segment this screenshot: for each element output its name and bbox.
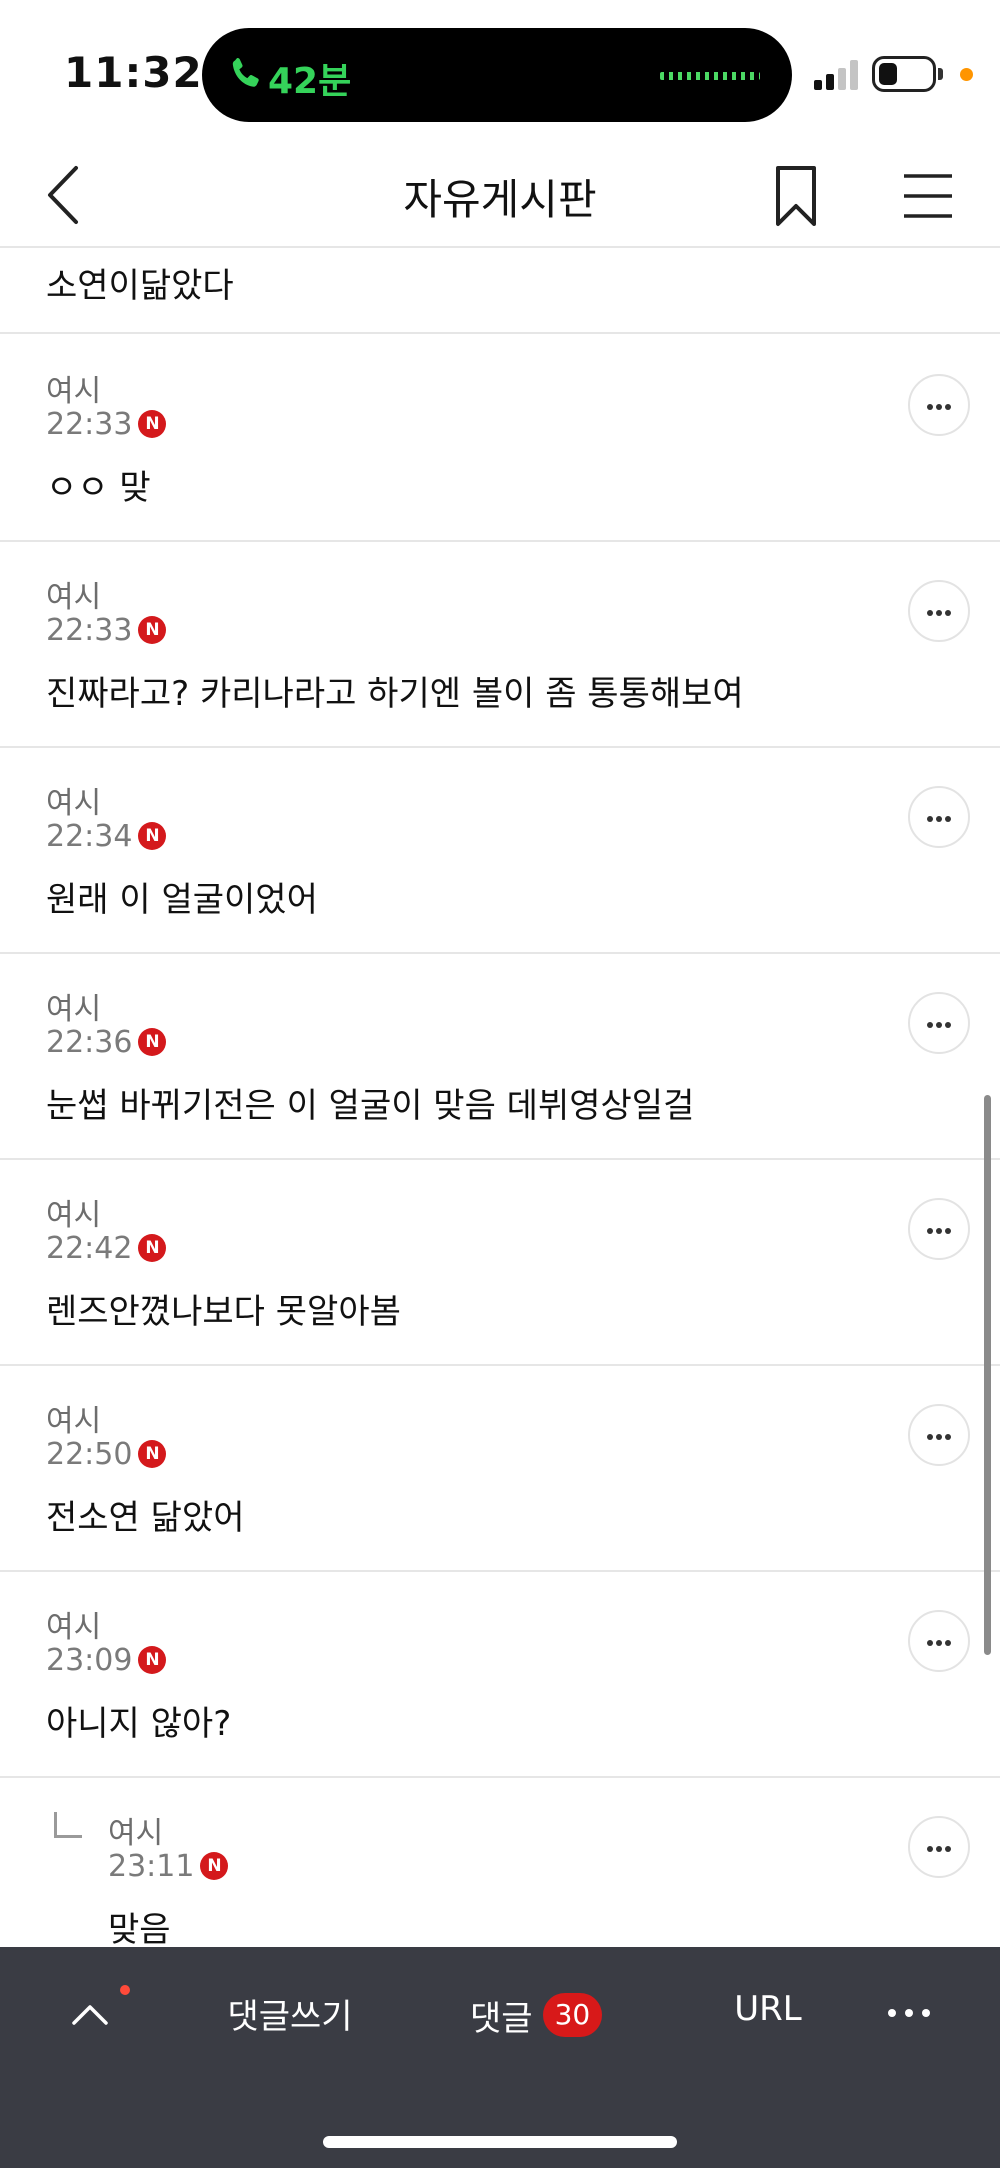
write-comment-button[interactable]: 댓글쓰기 (200, 1989, 380, 2039)
comment-time: 23:09 (46, 1642, 133, 1678)
bottom-toolbar: 댓글쓰기 댓글 30 URL (0, 1947, 1000, 2168)
comment-body: 아니지 않아? (46, 1704, 232, 1744)
comment-author: 여시 (46, 580, 102, 615)
comment-body: 진짜라고? 카리나라고 하기엔 볼이 좀 통통해보여 (46, 674, 744, 714)
comment-more-button[interactable] (908, 992, 970, 1054)
new-badge: N (138, 1646, 167, 1674)
comment-time: 22:36 (46, 1024, 133, 1060)
new-badge: N (138, 410, 167, 438)
comment-time: 23:11 (108, 1848, 195, 1884)
bookmark-icon[interactable] (772, 164, 820, 228)
comment-body: 전소연 닮았어 (46, 1498, 245, 1538)
battery-cap (938, 68, 943, 80)
cellular-signal-icon (814, 60, 860, 90)
comment-more-button[interactable] (908, 580, 970, 642)
dynamic-island-call[interactable]: 42분 (202, 28, 792, 122)
list-item: 여시 22:36 N 눈썹 바뀌기전은 이 얼굴이 맞음 데뷔영상일걸 (0, 954, 1000, 1160)
comment-body: 원래 이 얼굴이었어 (46, 880, 318, 920)
comment-author: 여시 (108, 1816, 164, 1851)
new-badge: N (200, 1852, 229, 1880)
comment-more-button[interactable] (908, 786, 970, 848)
url-button[interactable]: URL (728, 1989, 808, 2039)
new-badge: N (138, 1234, 167, 1262)
page-title: 자유게시판 (403, 175, 597, 224)
reply-arrow-icon (54, 1812, 82, 1838)
comment-body: 렌즈안꼈나보다 못알아봄 (46, 1292, 401, 1332)
comment-list[interactable]: 소연이닮았다 여시 22:33 N ㅇㅇ 맞 여시 22:33 N 진짜라고? 카리… (0, 250, 1000, 1947)
comment-author: 여시 (46, 1610, 102, 1645)
notification-dot (120, 1985, 130, 1995)
status-bar: 11:32 42분 (0, 0, 1000, 140)
hamburger-menu-icon[interactable] (902, 170, 954, 222)
comment-author: 여시 (46, 786, 102, 821)
comment-body: 눈썹 바뀌기전은 이 얼굴이 맞음 데뷔영상일걸 (46, 1086, 695, 1126)
comment-author: 여시 (46, 1198, 102, 1233)
reply-item: 여시 23:11 N 맞음 (0, 1778, 1000, 1947)
comment-time: 22:33 (46, 406, 133, 442)
audio-wave-icon (660, 72, 760, 80)
list-item: 소연이닮았다 (0, 250, 1000, 334)
status-time: 11:32 (64, 48, 203, 97)
comment-author: 여시 (46, 992, 102, 1027)
home-indicator[interactable] (323, 2136, 677, 2148)
privacy-indicator-dot (960, 68, 973, 81)
comment-author: 여시 (46, 374, 102, 409)
comment-body: ㅇㅇ 맞 (46, 468, 151, 508)
comment-time: 22:33 (46, 612, 133, 648)
phone-call-icon (232, 57, 259, 87)
scrollbar[interactable] (984, 1095, 991, 1655)
list-item: 여시 22:34 N 원래 이 얼굴이었어 (0, 748, 1000, 954)
comment-time: 22:50 (46, 1436, 133, 1472)
list-item: 여시 22:33 N ㅇㅇ 맞 (0, 336, 1000, 542)
scroll-to-top-icon[interactable] (62, 1987, 118, 2043)
list-item: 여시 22:42 N 렌즈안꼈나보다 못알아봄 (0, 1160, 1000, 1366)
battery-icon (872, 56, 936, 92)
comment-count-badge: 30 (542, 1993, 603, 2037)
comment-more-button[interactable] (908, 1404, 970, 1466)
comments-label: 댓글 (470, 1998, 533, 2039)
comment-time: 22:34 (46, 818, 133, 854)
comment-more-button[interactable] (908, 1816, 970, 1878)
comment-more-button[interactable] (908, 1610, 970, 1672)
more-options-icon[interactable] (884, 1993, 934, 2033)
comment-body: 소연이닮았다 (46, 266, 234, 306)
new-badge: N (138, 822, 167, 850)
comment-more-button[interactable] (908, 374, 970, 436)
comment-author: 여시 (46, 1404, 102, 1439)
comment-time: 22:42 (46, 1230, 133, 1266)
new-badge: N (138, 1028, 167, 1056)
new-badge: N (138, 1440, 167, 1468)
call-duration: 42분 (268, 61, 352, 102)
nav-bar: 자유게시판 (0, 140, 1000, 248)
comment-body: 맞음 (108, 1910, 171, 1947)
list-item: 여시 22:33 N 진짜라고? 카리나라고 하기엔 볼이 좀 통통해보여 (0, 542, 1000, 748)
new-badge: N (138, 616, 167, 644)
list-item: 여시 23:09 N 아니지 않아? (0, 1572, 1000, 1778)
comment-more-button[interactable] (908, 1198, 970, 1260)
comments-button[interactable]: 댓글 30 (470, 1987, 630, 2043)
list-item: 여시 22:50 N 전소연 닮았어 (0, 1366, 1000, 1572)
